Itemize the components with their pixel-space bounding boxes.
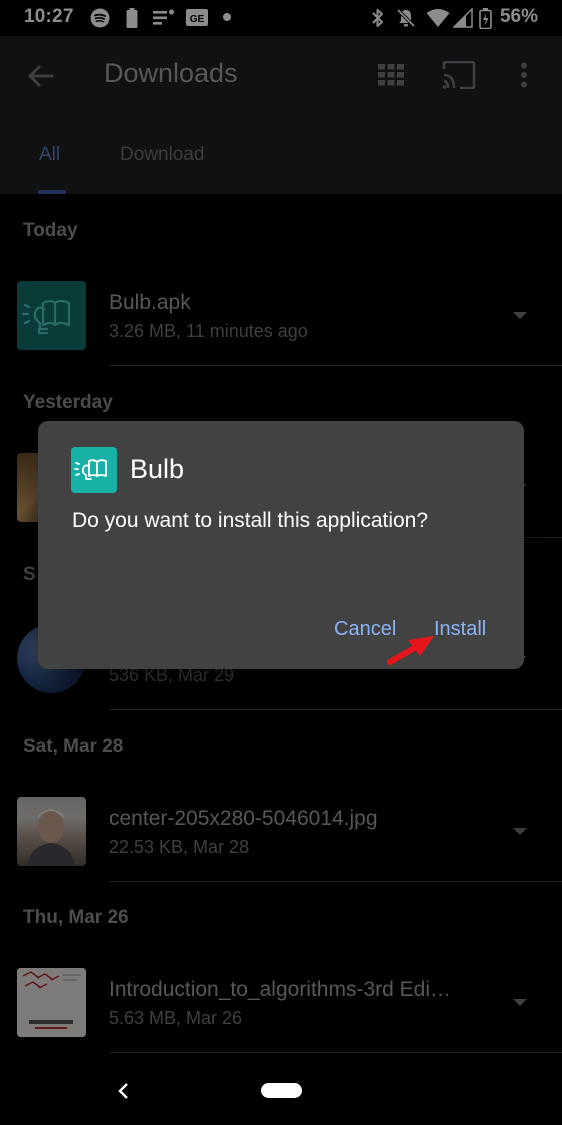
nav-back-icon[interactable] xyxy=(116,1082,130,1100)
navigation-bar xyxy=(0,1060,562,1125)
annotation-arrow-icon xyxy=(387,636,434,665)
bulb-app-icon xyxy=(71,447,117,493)
dialog-message: Do you want to install this application? xyxy=(72,509,429,532)
dialog-title: Bulb xyxy=(130,454,185,484)
install-dialog: Bulb Do you want to install this applica… xyxy=(38,421,524,669)
install-button[interactable]: Install xyxy=(434,618,486,641)
bulb-book-icon xyxy=(74,459,107,480)
home-pill-button[interactable] xyxy=(261,1083,302,1098)
